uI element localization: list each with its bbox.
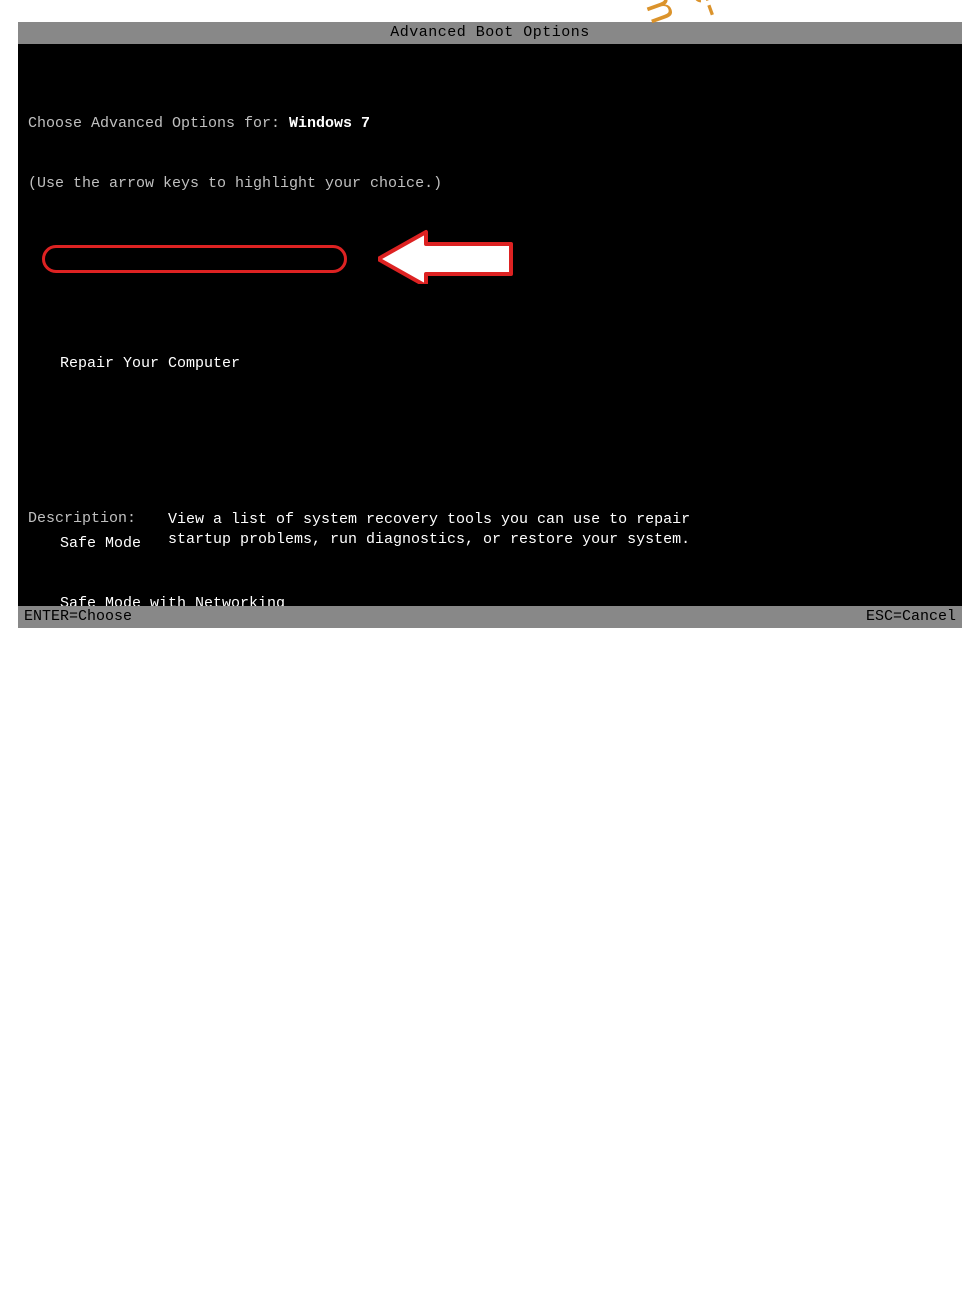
menu-debugging[interactable]: Debugging Mode	[28, 1014, 952, 1034]
description-label: Description:	[28, 510, 168, 550]
menu-disable-autorestart[interactable]: Disable automatic restart on system fail…	[28, 1074, 952, 1094]
title-bar: Advanced Boot Options	[18, 22, 962, 44]
menu-disable-driver-sig[interactable]: Disable Driver Signature Enforcement	[28, 1134, 952, 1154]
menu-lowres[interactable]: Enable low-resolution video (640x480)	[28, 834, 952, 854]
hint-line: (Use the arrow keys to highlight your ch…	[28, 174, 952, 194]
prompt-line: Choose Advanced Options for: Windows 7	[28, 114, 952, 134]
title-text: Advanced Boot Options	[390, 24, 590, 41]
menu-repair[interactable]: Repair Your Computer	[28, 354, 952, 374]
description-text: View a list of system recovery tools you…	[168, 510, 728, 550]
footer-bar: ENTER=Choose ESC=Cancel	[18, 606, 962, 628]
footer-esc: ESC=Cancel	[866, 606, 956, 628]
menu-ds-restore[interactable]: Directory Services Restore Mode	[28, 954, 952, 974]
content-area: Choose Advanced Options for: Windows 7 (…	[18, 44, 962, 1300]
menu-boot-logging[interactable]: Enable Boot Logging	[28, 774, 952, 794]
description-row: Description: View a list of system recov…	[28, 510, 728, 550]
menu-lkgc[interactable]: Last Known Good Configuration (advanced)	[28, 894, 952, 914]
menu-safe-mode-cmd[interactable]: Safe Mode with Command Prompt	[28, 654, 952, 674]
footer-enter: ENTER=Choose	[24, 606, 132, 628]
boot-screen: Advanced Boot Options Choose Advanced Op…	[18, 22, 962, 628]
os-name: Windows 7	[289, 115, 370, 132]
